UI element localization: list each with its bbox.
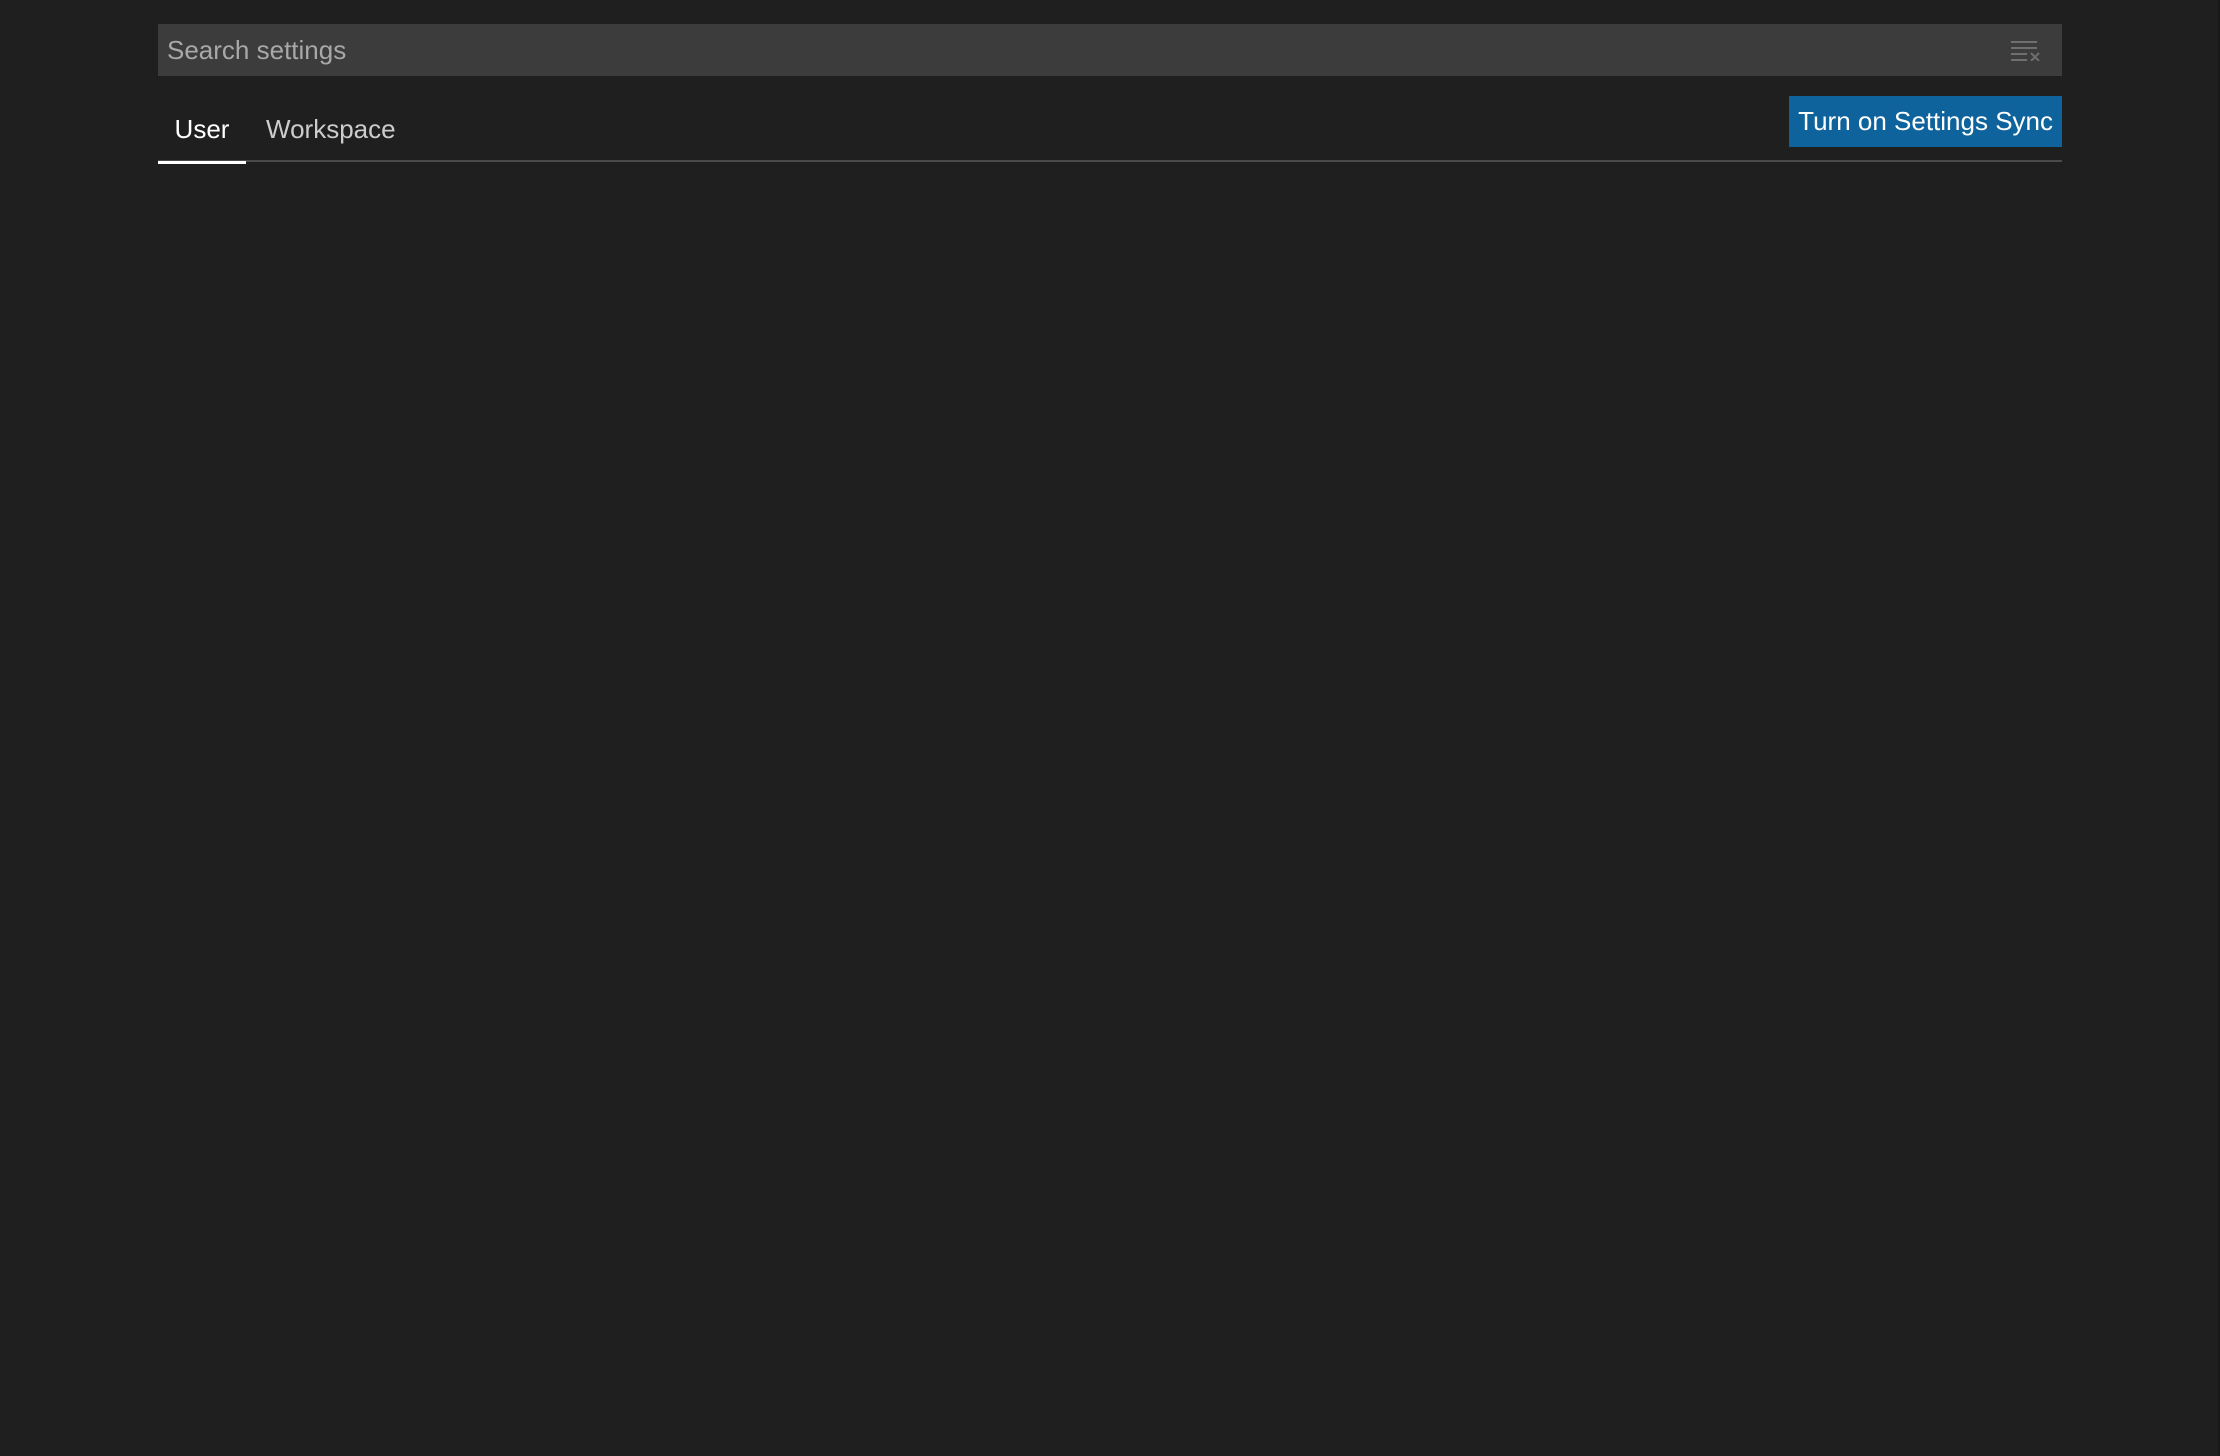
settings-editor: User Workspace Turn on Settings Sync xyxy=(0,0,2220,1456)
clear-filter-button[interactable] xyxy=(2000,24,2052,76)
search-bar xyxy=(158,24,2062,76)
tab-workspace[interactable]: Workspace xyxy=(262,96,400,162)
tab-user[interactable]: User xyxy=(158,96,246,164)
search-input[interactable] xyxy=(158,24,2000,76)
tab-user-label: User xyxy=(174,113,230,144)
turn-on-settings-sync-button[interactable]: Turn on Settings Sync xyxy=(1789,96,2062,147)
active-tab-indicator xyxy=(158,161,246,164)
tab-workspace-label: Workspace xyxy=(266,113,396,144)
clear-filter-icon xyxy=(2011,41,2040,61)
settings-tabs: User Workspace Turn on Settings Sync xyxy=(158,96,2062,164)
